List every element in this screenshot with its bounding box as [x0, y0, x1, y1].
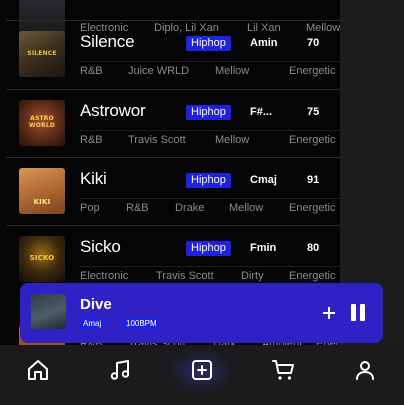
- tag-genre: R&B: [126, 202, 149, 214]
- tag-genre: R&B: [80, 65, 103, 77]
- track-bpm: 75: [307, 106, 320, 118]
- tag-artist: Juice WRLD: [128, 65, 190, 77]
- track-artwork: ASTRO WORLD: [19, 100, 65, 146]
- tag-mood: Mellow: [215, 134, 250, 146]
- tag-genre: Pop: [80, 202, 100, 214]
- tag-genre: R&B: [80, 134, 103, 146]
- track-key: Cmaj: [250, 174, 277, 186]
- track-bpm: 91: [307, 174, 320, 186]
- music-note-icon[interactable]: [108, 358, 132, 382]
- track-artwork: KIKI: [19, 168, 65, 214]
- list-item[interactable]: KIKI Kiki Hiphop Cmaj 91 Pop R&B Drake M…: [0, 158, 340, 226]
- now-playing-bar[interactable]: Dive Amaj 100BPM: [20, 283, 383, 343]
- artwork-text: SILENCE: [27, 50, 57, 57]
- now-playing-title: Dive: [80, 296, 112, 313]
- bottom-nav: [0, 345, 404, 405]
- tag-artist: Travis Scott: [128, 134, 186, 146]
- track-artwork: SILENCE: [19, 31, 65, 77]
- track-artwork: SICKO: [19, 236, 65, 282]
- add-icon[interactable]: [323, 307, 335, 319]
- now-playing-bpm: 100BPM: [123, 318, 160, 330]
- row-separator: [80, 266, 340, 267]
- home-icon[interactable]: [26, 358, 50, 382]
- tag-artist: Travis Scott: [156, 270, 214, 282]
- tag-artist: Drake: [175, 202, 205, 214]
- track-bpm: 80: [307, 242, 320, 254]
- tag-mood: Mellow: [215, 65, 250, 77]
- track-title: Astrowor: [80, 101, 146, 120]
- tag-mood: Energetic: [289, 270, 336, 282]
- track-title: Kiki: [80, 169, 107, 188]
- track-bpm: 70: [307, 37, 320, 49]
- row-separator: [80, 61, 340, 62]
- tag-mood: Mellow: [229, 202, 264, 214]
- now-playing-key: Amaj: [80, 318, 105, 330]
- genre-badge: Hiphop: [186, 173, 231, 188]
- track-key: Fmin: [250, 242, 277, 254]
- row-separator: [80, 198, 340, 199]
- artwork-text: SICKO: [29, 254, 55, 262]
- track-title: Silence: [80, 32, 135, 51]
- add-square-icon[interactable]: [190, 358, 214, 382]
- track-tags: R&B Juice WRLD Mellow Energetic: [80, 65, 340, 81]
- list-item[interactable]: ASTRO WORLD Astrowor Hiphop F#... 75 R&B…: [0, 90, 340, 158]
- artwork-text: KIKI: [33, 198, 51, 206]
- genre-badge: Hiphop: [186, 36, 231, 51]
- pause-button[interactable]: [351, 304, 365, 321]
- tag-mood: Energetic: [289, 134, 336, 146]
- genre-badge: Hiphop: [186, 105, 231, 120]
- tag-genre: Electronic: [80, 270, 129, 282]
- artwork-text: ASTRO WORLD: [28, 115, 56, 129]
- track-key: F#...: [250, 106, 273, 118]
- tag-mood: Energetic: [289, 65, 336, 77]
- track-key: Amin: [250, 37, 278, 49]
- track-tags: Pop R&B Drake Mellow Energetic: [80, 202, 340, 218]
- track-tags: R&B Travis Scott Mellow Energetic: [80, 134, 340, 150]
- genre-badge: Hiphop: [186, 241, 231, 256]
- tag-mood: Energetic: [289, 202, 336, 214]
- row-separator: [80, 130, 340, 131]
- tag-mood: Dirty: [241, 270, 264, 282]
- list-item[interactable]: SILENCE Silence Hiphop Amin 70 R&B Juice…: [0, 21, 340, 89]
- user-icon[interactable]: [353, 358, 377, 382]
- track-title: Sicko: [80, 237, 121, 256]
- now-playing-artwork: [31, 294, 66, 329]
- cart-icon[interactable]: [272, 358, 296, 382]
